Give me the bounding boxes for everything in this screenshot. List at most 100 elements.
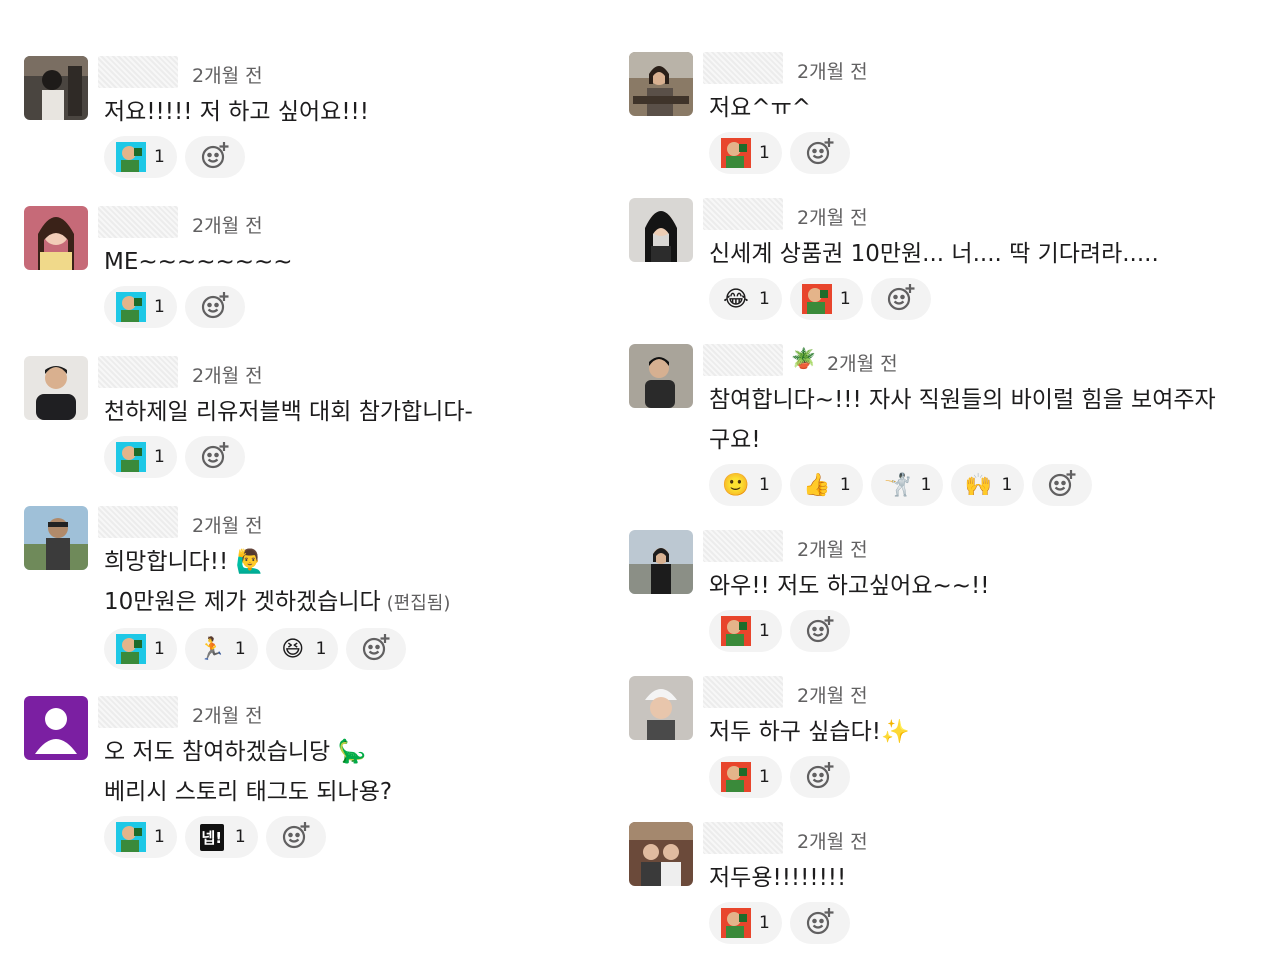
reaction-count: 1 xyxy=(759,621,770,641)
timestamp: 2개월 전 xyxy=(192,365,263,387)
add-reaction-button[interactable] xyxy=(870,278,931,320)
add-reaction-icon xyxy=(281,820,311,854)
add-reaction-button[interactable] xyxy=(346,628,407,670)
message-text: 오 저도 참여하겠습니당 🦕 xyxy=(104,739,367,765)
add-reaction-button[interactable] xyxy=(789,902,850,944)
reaction-bar: 1 xyxy=(104,136,614,178)
author-name[interactable] xyxy=(703,198,783,230)
reaction-pill[interactable]: 1 xyxy=(104,816,177,858)
message-text: 저요^ㅠ^ xyxy=(709,95,812,121)
author-name[interactable] xyxy=(703,52,783,84)
add-reaction-button[interactable] xyxy=(184,136,245,178)
reaction-count: 1 xyxy=(154,447,165,467)
author-name[interactable] xyxy=(703,676,783,708)
reaction-count: 1 xyxy=(154,827,165,847)
add-reaction-button[interactable] xyxy=(1032,464,1093,506)
reaction-pill[interactable]: 😂 1 xyxy=(709,278,782,320)
running-icon: 🏃 xyxy=(198,636,226,662)
custom-avatar-emoji-teal-icon xyxy=(116,634,146,664)
reaction-pill[interactable]: 🤺 1 xyxy=(870,464,944,506)
message-text-line: 10만원은 제가 겟하겠습니다 xyxy=(104,589,381,615)
reaction-count: 1 xyxy=(759,475,770,495)
avatar[interactable] xyxy=(629,822,693,886)
reaction-bar: 1 xyxy=(709,610,1274,652)
reaction-pill[interactable]: 1 xyxy=(709,902,782,944)
add-reaction-button[interactable] xyxy=(789,132,850,174)
reaction-bar: 1 xyxy=(709,756,1274,798)
reaction-pill[interactable]: 1 xyxy=(789,278,863,320)
edited-label: (편집됨) xyxy=(386,593,451,614)
raised-hands-icon: 🙌 xyxy=(964,472,993,498)
avatar[interactable] xyxy=(24,56,88,120)
potted-plant-icon: 🪴 xyxy=(791,346,816,370)
avatar[interactable] xyxy=(629,344,693,408)
reaction-count: 1 xyxy=(154,297,165,317)
author-name[interactable] xyxy=(703,530,783,562)
avatar[interactable] xyxy=(24,356,88,420)
custom-avatar-emoji-teal-icon xyxy=(116,442,146,472)
avatar[interactable] xyxy=(629,530,693,594)
reaction-pill[interactable]: 🙌 1 xyxy=(951,464,1025,506)
fencer-icon: 🤺 xyxy=(883,472,912,498)
author-name[interactable] xyxy=(98,356,178,388)
avatar[interactable] xyxy=(629,52,693,116)
reaction-pill[interactable]: 1 xyxy=(104,136,177,178)
reaction-count: 1 xyxy=(234,639,246,659)
reaction-bar: 1 🏃 1 😆 1 xyxy=(104,628,614,670)
add-reaction-button[interactable] xyxy=(789,610,850,652)
reaction-count: 1 xyxy=(920,475,932,495)
avatar[interactable] xyxy=(24,206,88,270)
author-name[interactable] xyxy=(703,822,783,854)
reaction-pill[interactable]: 1 xyxy=(709,610,782,652)
custom-text-emoji: 넵! xyxy=(199,823,225,851)
add-reaction-icon xyxy=(1047,468,1077,502)
reaction-pill[interactable]: 넵! 1 xyxy=(184,816,258,858)
reaction-bar: 1 xyxy=(104,436,614,478)
add-reaction-button[interactable] xyxy=(184,436,245,478)
message-text: 천하제일 리유저블백 대회 참가합니다- xyxy=(104,399,473,425)
message-text: 참여합니다~!!! 자사 직원들의 바이럴 힘을 보여주자 xyxy=(709,387,1216,413)
add-reaction-icon xyxy=(200,140,230,174)
avatar[interactable] xyxy=(629,198,693,262)
reaction-count: 1 xyxy=(839,289,851,309)
default-avatar[interactable] xyxy=(24,696,88,760)
avatar[interactable] xyxy=(24,506,88,570)
author-name[interactable] xyxy=(98,56,178,88)
reaction-pill[interactable]: 🙂 1 xyxy=(709,464,782,506)
author-name[interactable] xyxy=(98,506,178,538)
message-text: 희망합니다!! 🙋‍♂️ xyxy=(104,549,265,575)
avatar[interactable] xyxy=(629,676,693,740)
reaction-pill[interactable]: 1 xyxy=(104,436,177,478)
reaction-count: 1 xyxy=(759,913,770,933)
reaction-pill[interactable]: 😆 1 xyxy=(265,628,339,670)
timestamp: 2개월 전 xyxy=(797,207,868,229)
reaction-count: 1 xyxy=(1001,475,1013,495)
message-text-line-2: 10만원은 제가 겟하겠습니다 (편집됨) xyxy=(104,582,614,624)
message-text-line-2: 베리시 스토리 태그도 되나용? xyxy=(104,779,393,805)
author-name[interactable] xyxy=(98,696,178,728)
reaction-pill[interactable]: 1 xyxy=(104,286,177,328)
timestamp: 2개월 전 xyxy=(192,705,263,727)
reaction-bar: 1 xyxy=(709,132,1274,174)
add-reaction-button[interactable] xyxy=(265,816,326,858)
timestamp: 2개월 전 xyxy=(192,215,263,237)
add-reaction-button[interactable] xyxy=(789,756,850,798)
add-reaction-button[interactable] xyxy=(184,286,245,328)
custom-avatar-emoji-red-icon xyxy=(721,762,751,792)
reaction-pill[interactable]: 👍 1 xyxy=(789,464,863,506)
reaction-pill[interactable]: 1 xyxy=(709,756,782,798)
message-text: 와우!! 저도 하고싶어요~~!! xyxy=(709,573,990,599)
reaction-pill[interactable]: 1 xyxy=(104,628,177,670)
reaction-pill[interactable]: 🏃 1 xyxy=(184,628,258,670)
author-name[interactable] xyxy=(98,206,178,238)
author-name[interactable] xyxy=(703,344,783,376)
reaction-count: 1 xyxy=(759,767,770,787)
reaction-bar: 1 xyxy=(709,902,1274,944)
reaction-pill[interactable]: 1 xyxy=(709,132,782,174)
reaction-count: 1 xyxy=(154,639,165,659)
timestamp: 2개월 전 xyxy=(797,61,868,83)
message-text: 신세계 상품권 10만원... 너.... 딱 기다려라..... xyxy=(709,241,1159,267)
reaction-bar: 1 xyxy=(104,286,614,328)
reaction-count: 1 xyxy=(839,475,851,495)
custom-avatar-emoji-red-icon xyxy=(721,616,751,646)
